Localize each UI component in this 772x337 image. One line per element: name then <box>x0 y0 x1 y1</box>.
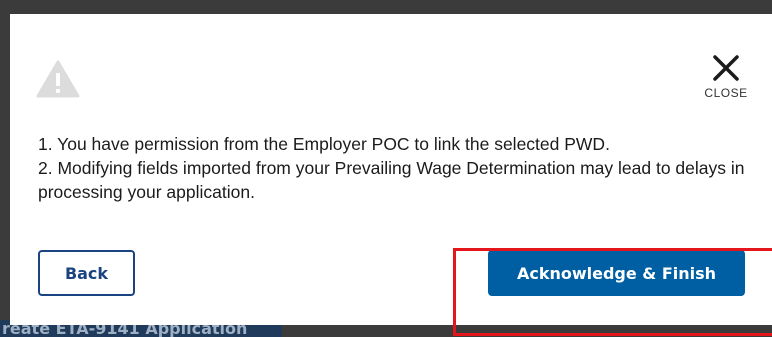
message-line-delays: 2. Modifying fields imported from your P… <box>38 158 745 202</box>
acknowledgement-modal: CLOSE 1. You have permission from the Em… <box>10 14 772 336</box>
close-button[interactable]: CLOSE <box>696 52 756 110</box>
modal-message: 1. You have permission from the Employer… <box>38 132 758 204</box>
close-icon <box>713 55 739 81</box>
close-label: CLOSE <box>704 86 748 100</box>
message-line-permission: 1. You have permission from the Employer… <box>38 134 610 154</box>
warning-triangle-icon <box>36 60 80 98</box>
back-button[interactable]: Back <box>38 250 135 296</box>
acknowledge-finish-button[interactable]: Acknowledge & Finish <box>488 250 745 296</box>
